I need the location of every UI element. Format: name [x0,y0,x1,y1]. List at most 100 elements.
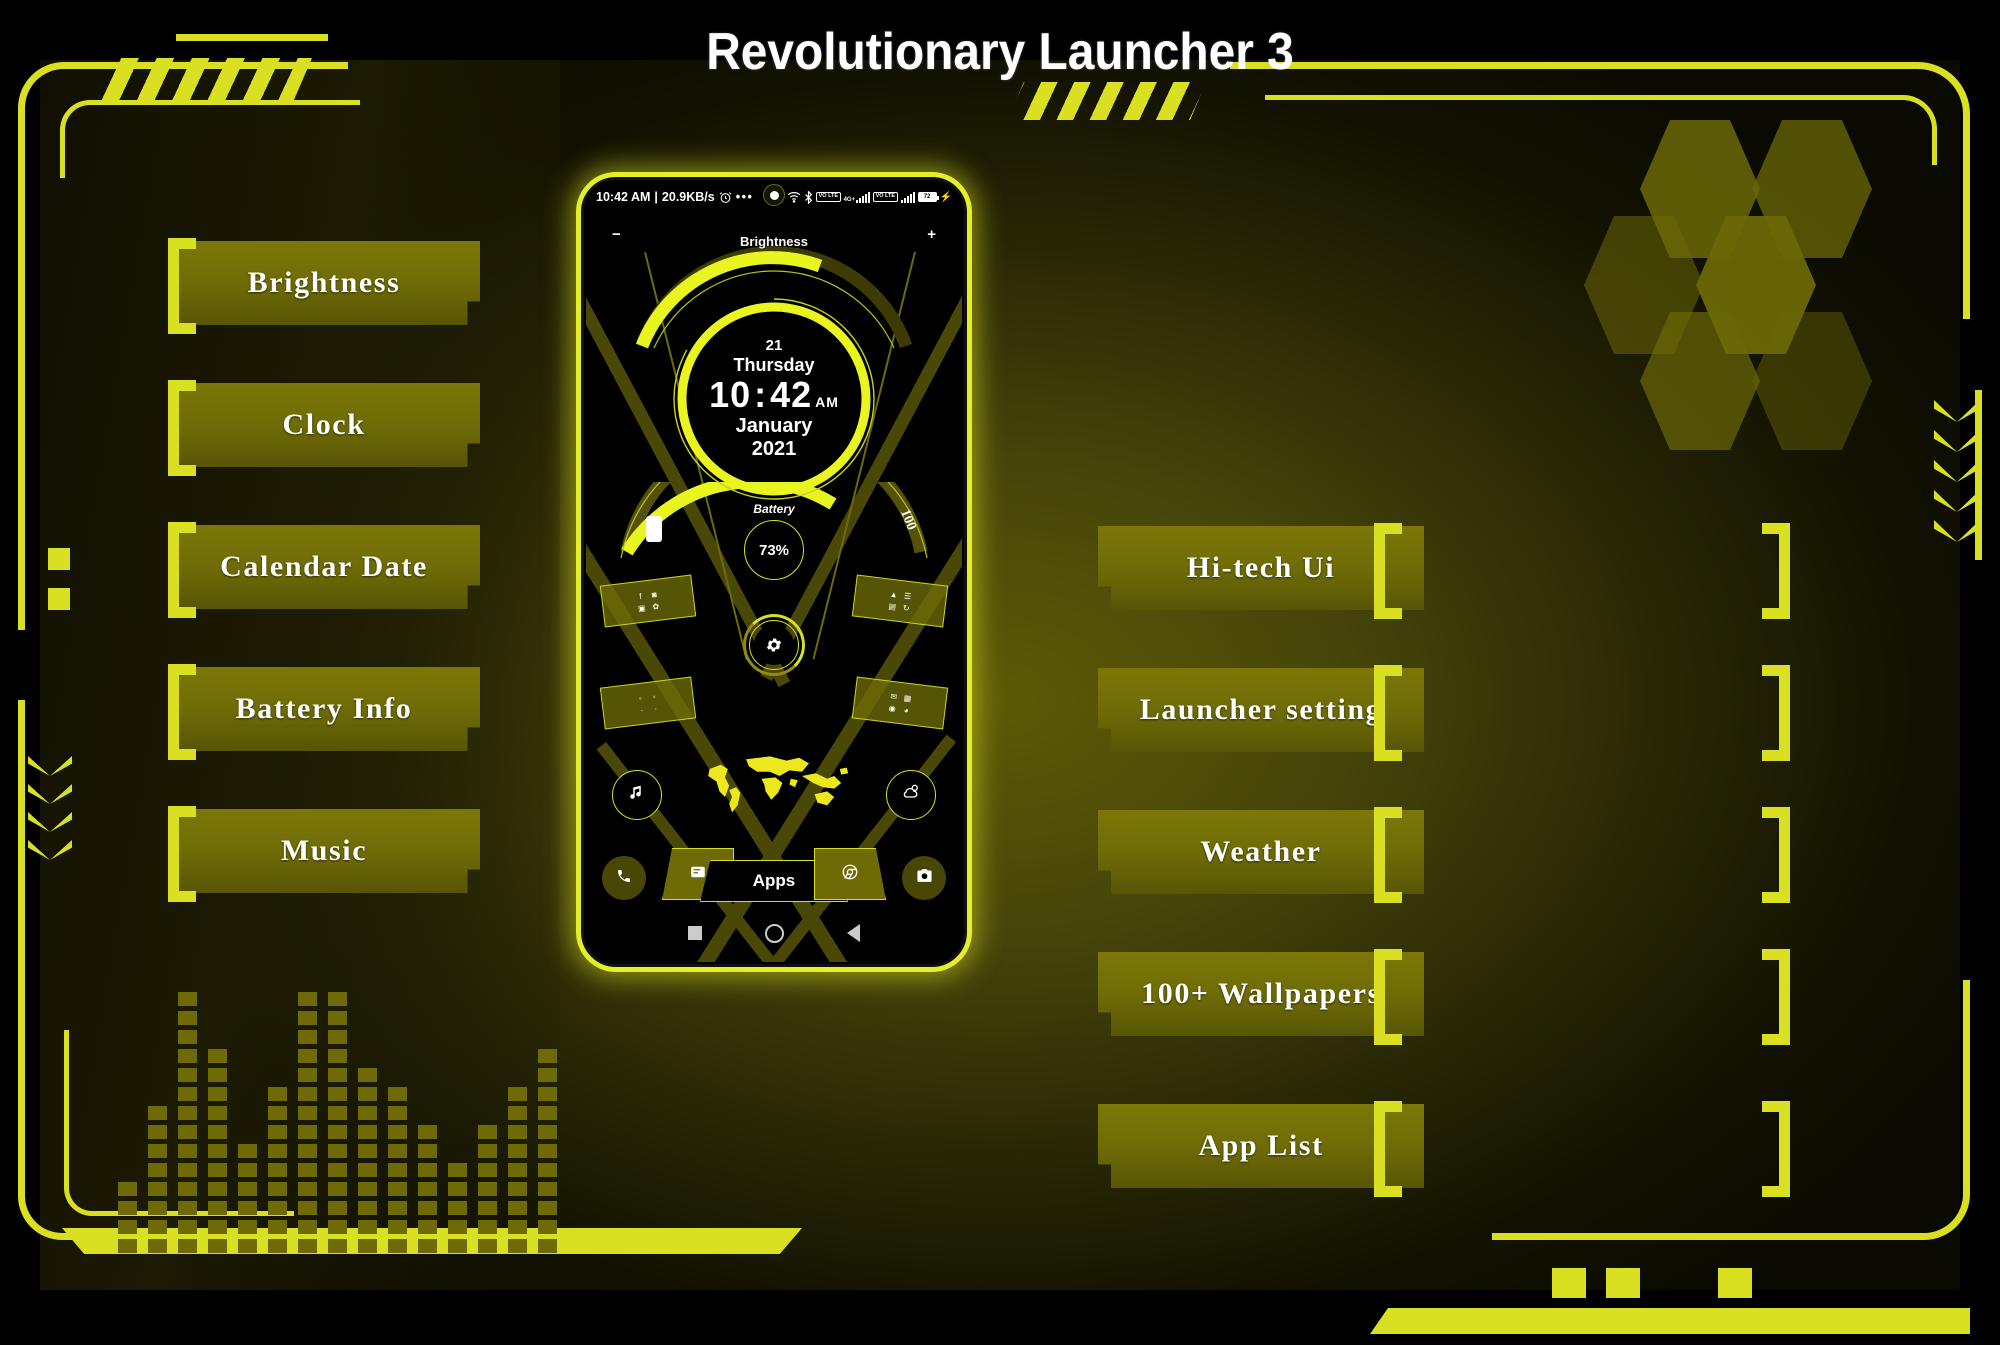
equalizer-segment [298,992,317,1006]
square-icon[interactable] [687,926,702,940]
clock-time: 10 : 42 AM [709,374,839,415]
weather-shortcut-button[interactable] [886,770,936,820]
button-brightness[interactable]: Brightness [168,241,480,325]
more-dots-icon: ••• [735,190,754,204]
equalizer-segment [358,1106,377,1120]
button-app-list-label: App List [1198,1129,1324,1162]
equalizer-segment [118,1201,137,1215]
brightness-plus-button[interactable]: + [927,226,936,243]
music-shortcut-button[interactable] [612,770,662,820]
equalizer-column [208,1049,227,1253]
battery-label: Battery [753,502,795,516]
music-note-icon [628,783,646,807]
equalizer-segment [538,1182,557,1196]
settings-gear-button[interactable] [743,614,805,676]
dock-camera-button[interactable] [902,856,946,900]
equalizer-segment [148,1106,167,1120]
circle-icon[interactable] [764,923,784,943]
equalizer-segment [328,1125,347,1139]
equalizer-segment [178,1144,197,1158]
equalizer-segment [478,1163,497,1177]
equalizer-segment [298,1144,317,1158]
equalizer-segment [298,1239,317,1253]
equalizer-segment [178,1125,197,1139]
contact-icon: ◦ [638,693,643,703]
equalizer-segment [358,1220,377,1234]
equalizer-segment [388,1239,407,1253]
equalizer-segment [208,1201,227,1215]
clock-widget[interactable]: 21 Thursday 10 : 42 AM January 2021 [669,294,879,504]
equalizer-segment [478,1125,497,1139]
volte-icon: VO LTE [816,192,841,202]
button-calendar-date-label: Calendar Date [220,550,428,583]
equalizer-segment [208,1125,227,1139]
button-battery-info[interactable]: Battery Info [168,667,480,751]
equalizer-column [178,992,197,1253]
charging-bolt-icon: ⚡ [939,191,952,203]
equalizer-column [508,1087,527,1253]
equalizer-segment [418,1220,437,1234]
instagram-icon: ◙ [651,589,658,599]
brightness-minus-button[interactable]: − [612,226,621,243]
button-wallpapers[interactable]: 100+ Wallpapers [1098,952,1424,1036]
equalizer-segment [178,992,197,1006]
button-calendar-date[interactable]: Calendar Date [168,525,480,609]
button-music-label: Music [280,834,368,867]
equalizer-segment [298,1011,317,1025]
equalizer-segment [508,1163,527,1177]
dock-phone-button[interactable] [602,856,646,900]
facebook-icon: f [638,591,642,601]
refresh-icon: ↻ [902,602,911,613]
equalizer-segment [298,1201,317,1215]
equalizer-segment [328,1011,347,1025]
clock-ampm: AM [815,393,839,410]
equalizer-segment [358,1163,377,1177]
equalizer-segment [268,1087,287,1101]
battery-percent-indicator[interactable]: 73% [744,520,804,580]
equalizer-segment [538,1087,557,1101]
button-app-list[interactable]: App List [1098,1104,1424,1188]
button-weather[interactable]: Weather [1098,810,1424,894]
equalizer-segment [388,1163,407,1177]
launcher-promo-page: Revolutionary Launcher 3 Brightness Cloc… [0,0,2000,1345]
triangle-back-icon[interactable] [847,924,861,942]
dock-chrome-button[interactable] [814,848,886,900]
status-time: 10:42 AM [596,190,651,204]
phone-screen: 10:42 AM | 20.9KB/s ••• VO LTE 4G+ VO LT… [586,182,962,962]
equalizer-segment [388,1201,407,1215]
equalizer-segment [328,992,347,1006]
equalizer-segment [148,1182,167,1196]
equalizer-segment [358,1144,377,1158]
button-hi-tech-ui[interactable]: Hi-tech Ui [1098,526,1424,610]
equalizer-segment [328,1144,347,1158]
equalizer-segment [448,1201,467,1215]
equalizer-segment [268,1220,287,1234]
equalizer-segment [388,1182,407,1196]
contact-icon: ◦ [652,691,657,701]
equalizer-segment [298,1182,317,1196]
phone-dock: Apps [586,848,962,904]
battery-charging-icon: 72 [917,192,939,202]
equalizer-segment [298,1068,317,1082]
wifi-icon [787,191,801,203]
equalizer-segment [478,1239,497,1253]
equalizer-segment [328,1163,347,1177]
search-icon: ◉ [888,703,897,713]
status-network-speed: 20.9KB/s [661,190,715,204]
equalizer-segment [298,1220,317,1234]
equalizer-segment [508,1125,527,1139]
button-music[interactable]: Music [168,809,480,893]
equalizer-segment [418,1201,437,1215]
page-title: Revolutionary Launcher 3 [706,23,1294,81]
equalizer-column [358,1068,377,1253]
button-launcher-setting[interactable]: Launcher setting [1098,668,1424,752]
equalizer-column [268,1087,287,1253]
button-clock[interactable]: Clock [168,383,480,467]
bluetooth-icon [804,190,813,204]
volte-2-icon: VO LTE [873,192,898,202]
equalizer-segment [478,1182,497,1196]
equalizer-segment [358,1125,377,1139]
equalizer-segment [328,1106,347,1120]
audio-equalizer-graphic [118,992,557,1253]
equalizer-segment [388,1220,407,1234]
